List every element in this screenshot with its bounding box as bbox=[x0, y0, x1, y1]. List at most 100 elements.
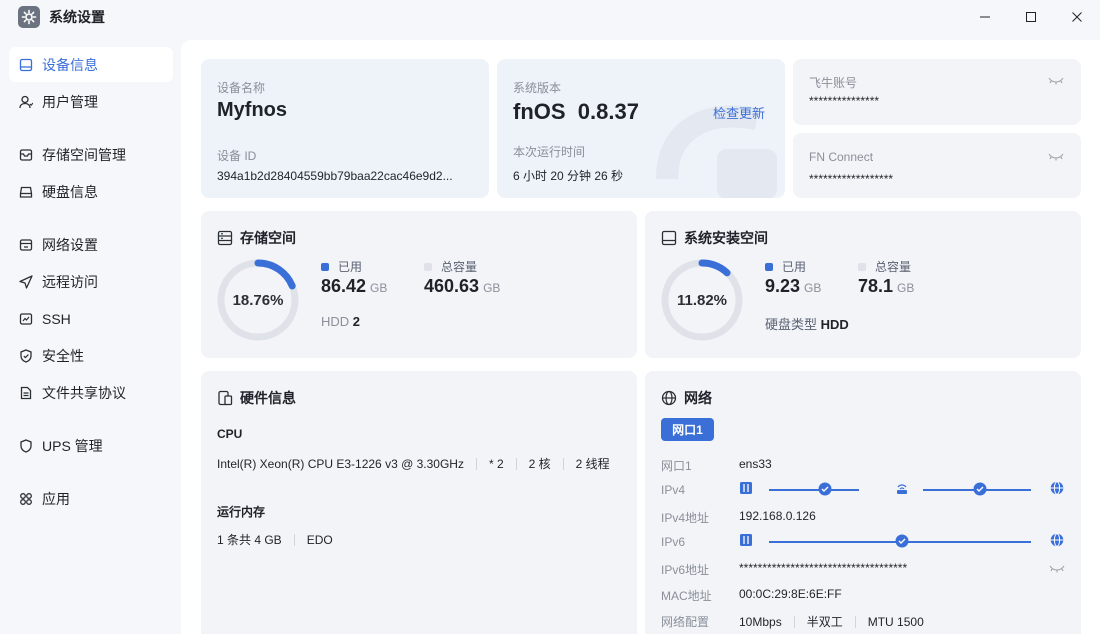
sidebar-item-device-info[interactable]: 设备信息 bbox=[9, 47, 173, 82]
check-circle-icon bbox=[973, 482, 987, 496]
used-label: 已用 bbox=[338, 260, 363, 274]
port-value: ens33 bbox=[739, 457, 772, 471]
sidebar: 设备信息 用户管理 存储空间管理 硬盘信息 网络设置 远程访问 SSH 安全性 … bbox=[0, 38, 180, 634]
sidebar-item-network[interactable]: 网络设置 bbox=[9, 227, 173, 262]
system-install-title-text: 系统安装空间 bbox=[684, 230, 768, 246]
title-bar: 系统设置 bbox=[0, 0, 1100, 34]
storage-used: 86.42 GB bbox=[321, 276, 388, 296]
eye-closed-icon[interactable] bbox=[1048, 152, 1064, 162]
globe-icon bbox=[661, 390, 677, 406]
main-panel: 设备名称 Myfnos 设备 ID 394a1b2d28404559bb79ba… bbox=[181, 40, 1100, 634]
sidebar-item-storage[interactable]: 存储空间管理 bbox=[9, 137, 173, 172]
network-config-label: 网络配置 bbox=[661, 615, 710, 629]
sidebar-item-label: 用户管理 bbox=[42, 93, 98, 110]
hardware-icon bbox=[217, 390, 233, 406]
system-install-used-legend: 已用 bbox=[765, 258, 806, 275]
sidebar-item-label: 设备信息 bbox=[42, 56, 98, 73]
device-id: 394a1b2d28404559bb79baa22cac46e9d2... bbox=[217, 169, 453, 183]
nas-device-icon bbox=[740, 534, 752, 546]
uptime-value: 6 小时 20 分钟 26 秒 bbox=[513, 169, 624, 183]
storage-total-legend: 总容量 bbox=[424, 258, 477, 275]
fn-connect-label: FN Connect bbox=[809, 150, 874, 164]
link-speed: 10Mbps bbox=[739, 614, 782, 629]
cpu-count: * 2 bbox=[488, 456, 504, 471]
ipv4-link-line bbox=[769, 489, 859, 491]
system-install-used: 9.23 GB bbox=[765, 276, 822, 296]
storage-percent: 18.76% bbox=[232, 292, 284, 309]
minimize-icon bbox=[980, 16, 990, 18]
cpu-label: CPU bbox=[217, 427, 243, 441]
ipv4-address: 192.168.0.126 bbox=[739, 509, 816, 523]
device-card: 设备名称 Myfnos 设备 ID 394a1b2d28404559bb79ba… bbox=[201, 59, 489, 198]
system-version-card: 系统版本 fnOS 0.8.37 检查更新 本次运行时间 6 小时 20 分钟 … bbox=[497, 59, 785, 198]
sidebar-item-users[interactable]: 用户管理 bbox=[9, 84, 173, 119]
sidebar-item-label: 应用 bbox=[42, 490, 70, 507]
sidebar-item-file-sharing[interactable]: 文件共享协议 bbox=[9, 375, 173, 410]
maximize-icon bbox=[1026, 12, 1036, 22]
storage-total: 460.63 GB bbox=[424, 276, 501, 296]
disk-icon bbox=[661, 230, 677, 246]
check-update-link[interactable]: 检查更新 bbox=[713, 103, 765, 122]
user-icon bbox=[19, 95, 33, 109]
feiniu-account-value: *************** bbox=[809, 94, 880, 108]
total-label: 总容量 bbox=[875, 260, 912, 274]
window-title: 系统设置 bbox=[49, 9, 105, 25]
ipv6-label: IPv6 bbox=[661, 535, 686, 549]
hardware-card: 硬件信息 CPU Intel(R) Xeon(R) CPU E3-1226 v3… bbox=[201, 371, 637, 634]
port-label: 网口1 bbox=[661, 459, 692, 473]
sidebar-item-apps[interactable]: 应用 bbox=[9, 481, 173, 516]
system-version-label: 系统版本 bbox=[513, 81, 562, 95]
disk-icon bbox=[19, 185, 33, 199]
shield-icon bbox=[19, 348, 33, 363]
used-label: 已用 bbox=[782, 260, 807, 274]
mtu-value: MTU 1500 bbox=[867, 614, 924, 629]
cpu-cores: 2 核 bbox=[528, 457, 551, 471]
storage-title-text: 存储空间 bbox=[240, 230, 296, 246]
eye-closed-icon[interactable] bbox=[1049, 564, 1065, 574]
mac-address: 00:0C:29:8E:6E:FF bbox=[739, 587, 842, 601]
system-install-percent: 11.82% bbox=[676, 292, 728, 309]
network-config-row: 10Mbps 半双工 MTU 1500 bbox=[739, 613, 924, 630]
memory-type: EDO bbox=[306, 532, 333, 547]
fn-connect-card: FN Connect ****************** bbox=[793, 133, 1081, 198]
sidebar-item-remote[interactable]: 远程访问 bbox=[9, 264, 173, 299]
internet-globe-icon bbox=[1050, 481, 1064, 495]
system-install-title: 系统安装空间 bbox=[661, 228, 768, 248]
port-tab-1[interactable]: 网口1 bbox=[661, 418, 714, 441]
sidebar-item-label: SSH bbox=[42, 310, 71, 327]
sidebar-item-label: UPS 管理 bbox=[42, 437, 103, 454]
minimize-button[interactable] bbox=[962, 0, 1008, 34]
system-install-total: 78.1 GB bbox=[858, 276, 915, 296]
cpu-threads: 2 线程 bbox=[575, 457, 610, 471]
uptime-label: 本次运行时间 bbox=[513, 145, 586, 159]
device-id-label: 设备 ID bbox=[217, 149, 257, 163]
storage-title: 存储空间 bbox=[217, 228, 296, 248]
close-button[interactable] bbox=[1054, 0, 1100, 34]
sidebar-item-ssh[interactable]: SSH bbox=[9, 301, 173, 336]
sidebar-item-ups[interactable]: UPS 管理 bbox=[9, 428, 173, 463]
close-icon bbox=[1072, 12, 1082, 22]
sidebar-item-disk[interactable]: 硬盘信息 bbox=[9, 174, 173, 209]
nas-device-icon bbox=[740, 482, 752, 494]
memory-info-row: 1 条共 4 GB EDO bbox=[217, 531, 333, 548]
memory-label: 运行内存 bbox=[217, 505, 266, 519]
feiniu-account-card: 飞牛账号 *************** bbox=[793, 59, 1081, 125]
total-label: 总容量 bbox=[441, 260, 478, 274]
storage-used-legend: 已用 bbox=[321, 258, 362, 275]
terminal-icon bbox=[19, 312, 33, 326]
sidebar-item-security[interactable]: 安全性 bbox=[9, 338, 173, 373]
network-title-text: 网络 bbox=[684, 390, 712, 406]
internet-globe-icon bbox=[1050, 533, 1064, 547]
ipv6-address-label: IPv6地址 bbox=[661, 563, 710, 577]
maximize-button[interactable] bbox=[1008, 0, 1054, 34]
ipv4-label: IPv4 bbox=[661, 483, 686, 497]
ups-icon bbox=[19, 438, 33, 453]
storage-card[interactable]: 存储空间 18.76% 已用 86.42 GB 总容量 460.63 GB HDD … bbox=[201, 211, 637, 358]
network-card: 网络 网口1 网口1 ens33 IPv4 IPv4地址 192.168.0.1… bbox=[645, 371, 1081, 634]
hardware-title-text: 硬件信息 bbox=[240, 390, 296, 406]
system-install-card[interactable]: 系统安装空间 11.82% 已用 9.23 GB 总容量 78.1 GB 硬盘类型 … bbox=[645, 211, 1081, 358]
device-name: Myfnos bbox=[217, 99, 287, 121]
sidebar-item-label: 远程访问 bbox=[42, 273, 98, 290]
eye-closed-icon[interactable] bbox=[1048, 76, 1064, 86]
memory-size: 1 条共 4 GB bbox=[217, 533, 282, 547]
